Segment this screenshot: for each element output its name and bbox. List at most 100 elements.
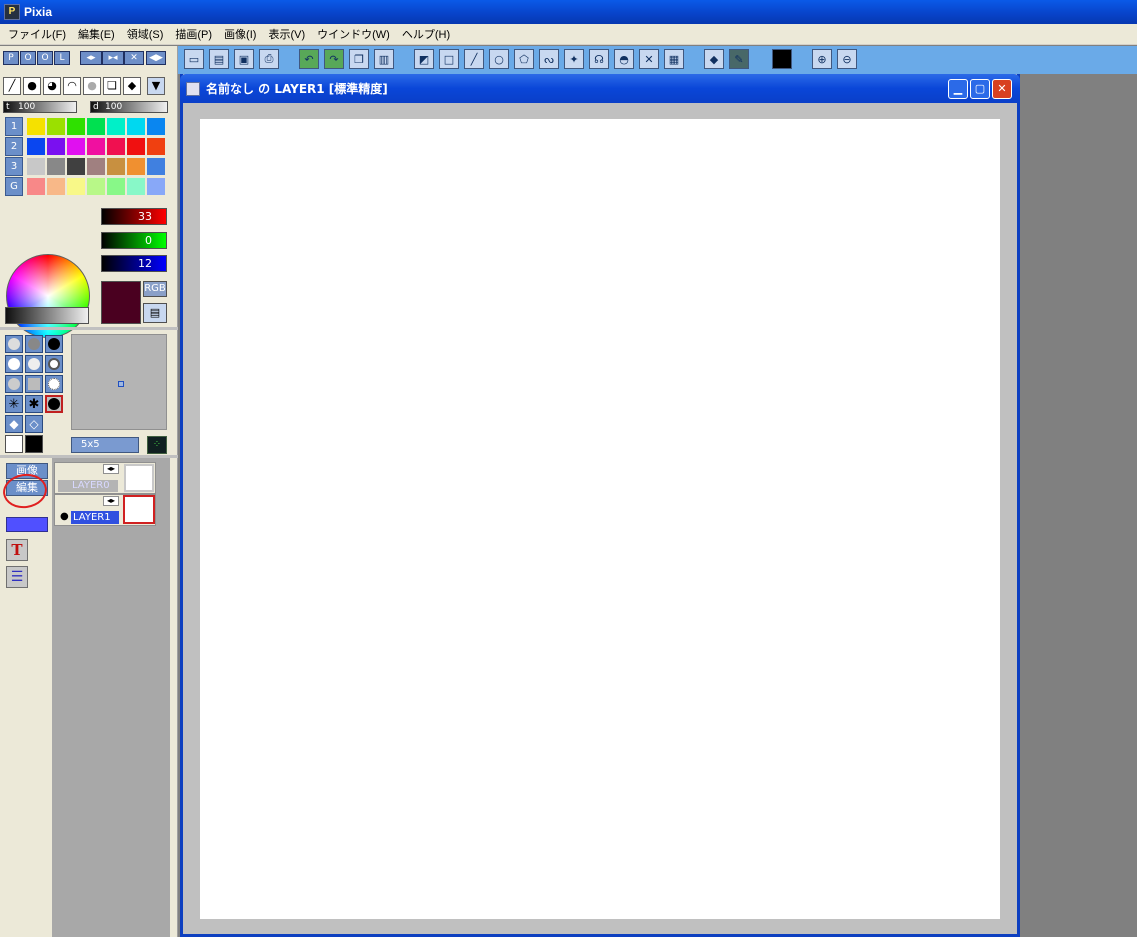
eraser-icon[interactable]: ◩	[414, 49, 434, 69]
deselect-icon[interactable]: ✕	[639, 49, 659, 69]
menu-image[interactable]: 画像(I)	[218, 26, 262, 42]
copy-icon[interactable]: ❐	[349, 49, 369, 69]
brush-square-icon[interactable]	[25, 375, 43, 393]
palette-swatch[interactable]	[146, 177, 166, 196]
palette-swatch[interactable]	[66, 137, 86, 156]
palette-swatch[interactable]	[126, 137, 146, 156]
brush-diamond-icon[interactable]: ◆	[5, 415, 23, 433]
palette-swatch[interactable]	[146, 117, 166, 136]
dot-tool-icon[interactable]: ●	[23, 77, 41, 95]
menu-region[interactable]: 領域(S)	[121, 26, 170, 42]
polygon-icon[interactable]: ⬠	[514, 49, 534, 69]
palette-swatch[interactable]	[26, 177, 46, 196]
brush-selected-icon[interactable]	[45, 395, 63, 413]
open-folder-icon[interactable]: ▤	[209, 49, 229, 69]
minimize-icon[interactable]: ▁	[948, 79, 968, 99]
line-icon[interactable]: ╱	[464, 49, 484, 69]
color-mode-button[interactable]: RGB	[143, 281, 167, 297]
brush-hard-icon[interactable]	[45, 335, 63, 353]
palette-swatch[interactable]	[146, 157, 166, 176]
airbrush-tool-icon[interactable]: ●	[83, 77, 101, 95]
brush-size-slider[interactable]: 5x5	[71, 437, 139, 453]
color-folder-icon[interactable]: ▤	[143, 303, 167, 323]
density-slider[interactable]: d 100	[90, 101, 168, 113]
palette-swatch[interactable]	[106, 137, 126, 156]
palette-swatch[interactable]	[126, 177, 146, 196]
brush-star-icon[interactable]: ✳	[5, 395, 23, 413]
palette-swatch[interactable]	[26, 117, 46, 136]
palette-swatch[interactable]	[46, 117, 66, 136]
zoom-in-icon[interactable]: ⊕	[812, 49, 832, 69]
palette-swatch[interactable]	[46, 137, 66, 156]
green-bar[interactable]: 0	[101, 232, 167, 249]
undo-icon[interactable]: ↶	[299, 49, 319, 69]
pool-swap-icon[interactable]: ◀▶	[146, 51, 166, 65]
color-wheel[interactable]	[6, 254, 90, 338]
palette-swatch[interactable]	[86, 177, 106, 196]
palette-swatch[interactable]	[86, 137, 106, 156]
blue-bar[interactable]: 12	[101, 255, 167, 272]
layer-row-1[interactable]: ◂▸ ● LAYER1	[54, 494, 156, 526]
pool-o1-button[interactable]: O	[20, 51, 36, 65]
menu-file[interactable]: ファイル(F)	[2, 26, 72, 42]
palette-swatch[interactable]	[126, 157, 146, 176]
eraser-tool-icon[interactable]: ◆	[123, 77, 141, 95]
redo-icon[interactable]: ↷	[324, 49, 344, 69]
zoom-out-icon[interactable]: ⊖	[837, 49, 857, 69]
layer1-visibility-icon[interactable]: ◂▸	[103, 496, 119, 506]
brush-ring-icon[interactable]	[45, 355, 63, 373]
palette-swatch[interactable]	[146, 137, 166, 156]
black-swatch[interactable]	[25, 435, 43, 453]
palette-swatch[interactable]	[126, 117, 146, 136]
palette-swatch[interactable]	[86, 157, 106, 176]
palette-row-number[interactable]: 3	[5, 157, 23, 176]
palette-swatch[interactable]	[26, 157, 46, 176]
brush-cross-icon[interactable]: ✱	[25, 395, 43, 413]
red-bar[interactable]: 33	[101, 208, 167, 225]
chevron-down-icon[interactable]: ▼	[147, 77, 165, 95]
pool-p-button[interactable]: P	[3, 51, 19, 65]
palette-swatch[interactable]	[46, 157, 66, 176]
fill-icon[interactable]: ◓	[614, 49, 634, 69]
pen-icon[interactable]: ✎	[729, 49, 749, 69]
new-file-icon[interactable]: ▭	[184, 49, 204, 69]
palette-swatch[interactable]	[46, 177, 66, 196]
bucket-icon[interactable]: ◆	[704, 49, 724, 69]
gray-gradient-bar[interactable]	[5, 307, 89, 324]
menu-window[interactable]: ウインドウ(W)	[311, 26, 396, 42]
palette-row-number[interactable]: 2	[5, 137, 23, 156]
brush-light-icon[interactable]	[25, 355, 43, 373]
pool-o2-button[interactable]: O	[37, 51, 53, 65]
pool-l-button[interactable]: L	[54, 51, 70, 65]
close-icon[interactable]: ✕	[992, 79, 1012, 99]
menu-view[interactable]: 表示(V)	[262, 26, 311, 42]
pool-close-icon[interactable]: ✕	[124, 51, 144, 65]
palette-row-number[interactable]: 1	[5, 117, 23, 136]
palette-swatch[interactable]	[106, 117, 126, 136]
layer-menu-icon[interactable]: ☰	[6, 566, 28, 588]
pool-shrink-icon[interactable]: ◂▸	[80, 51, 102, 65]
layer0-visibility-icon[interactable]: ◂▸	[103, 464, 119, 474]
palette-swatch[interactable]	[66, 157, 86, 176]
paste-icon[interactable]: ▥	[374, 49, 394, 69]
save-icon[interactable]: ▣	[234, 49, 254, 69]
brush-white-icon[interactable]	[5, 355, 23, 373]
brush-medium-icon[interactable]	[25, 335, 43, 353]
palette-swatch[interactable]	[106, 157, 126, 176]
brush-grid-icon[interactable]: ⁘	[147, 436, 167, 454]
brush-spray-icon[interactable]	[45, 375, 63, 393]
fuzzy-select-icon[interactable]: ☊	[589, 49, 609, 69]
pool-expand-icon[interactable]: ▸◂	[102, 51, 124, 65]
rect-select-icon[interactable]: □	[439, 49, 459, 69]
drawing-canvas[interactable]	[200, 119, 1000, 919]
thickness-slider[interactable]: t 100	[3, 101, 77, 113]
menu-help[interactable]: ヘルプ(H)	[396, 26, 456, 42]
text-tool-icon[interactable]: T	[6, 539, 28, 561]
current-color-icon[interactable]	[772, 49, 792, 69]
layer-row-0[interactable]: ◂▸ LAYER0	[54, 462, 156, 494]
brush-tool-icon[interactable]: ◕	[43, 77, 61, 95]
layer-color-bar[interactable]	[6, 517, 48, 532]
menu-draw[interactable]: 描画(P)	[169, 26, 218, 42]
lasso-icon[interactable]: ᔓ	[539, 49, 559, 69]
palette-swatch[interactable]	[86, 117, 106, 136]
